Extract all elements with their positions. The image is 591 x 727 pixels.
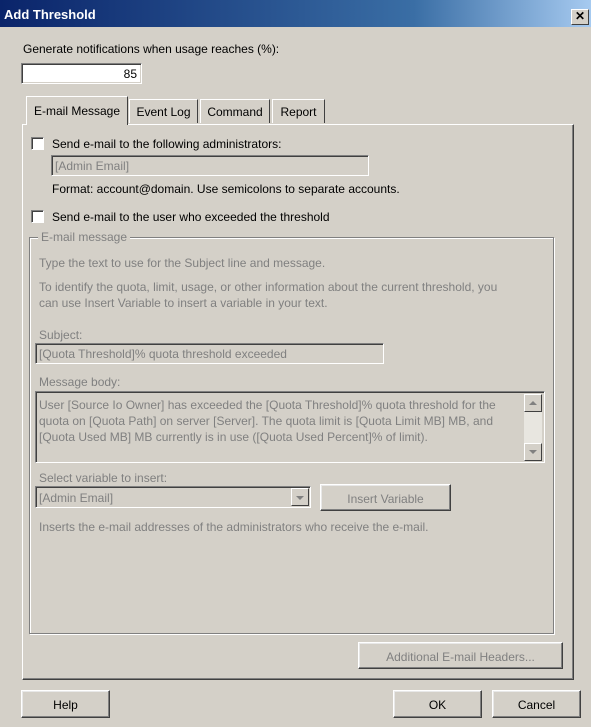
cancel-button[interactable]: Cancel bbox=[492, 690, 581, 718]
threshold-input[interactable]: 85 bbox=[21, 63, 142, 84]
format-hint: Format: account@domain. Use semicolons t… bbox=[52, 182, 400, 196]
send-admins-checkbox[interactable] bbox=[31, 137, 44, 150]
ok-label: OK bbox=[428, 698, 447, 712]
insert-variable-label: Insert Variable bbox=[347, 492, 424, 506]
instructions-line-2: To identify the quota, limit, usage, or … bbox=[39, 280, 498, 294]
message-body-scrollbar[interactable] bbox=[524, 394, 542, 461]
tab-report[interactable]: Report bbox=[272, 99, 325, 123]
insert-variable-button[interactable]: Insert Variable bbox=[320, 484, 451, 511]
close-icon: ✕ bbox=[574, 9, 586, 23]
arrow-down-icon bbox=[529, 450, 537, 454]
tab-email-message[interactable]: E-mail Message bbox=[26, 96, 128, 125]
subject-field[interactable]: [Quota Threshold]% quota threshold excee… bbox=[35, 343, 384, 364]
send-admins-label: Send e-mail to the following administrat… bbox=[52, 137, 282, 151]
instructions-line-1: Type the text to use for the Subject lin… bbox=[39, 256, 326, 270]
dropdown-button[interactable] bbox=[291, 488, 309, 506]
tab-command[interactable]: Command bbox=[200, 99, 270, 123]
additional-headers-button[interactable]: Additional E-mail Headers... bbox=[358, 642, 563, 669]
tab-label: Command bbox=[207, 105, 263, 119]
title-bar[interactable]: Add Threshold ✕ bbox=[0, 0, 591, 27]
chevron-down-icon bbox=[296, 496, 304, 500]
threshold-value: 85 bbox=[123, 67, 137, 81]
tab-label: Event Log bbox=[136, 105, 191, 119]
send-user-label: Send e-mail to the user who exceeded the… bbox=[52, 210, 330, 224]
subject-label: Subject: bbox=[39, 328, 83, 342]
threshold-label: Generate notifications when usage reache… bbox=[23, 42, 280, 56]
variable-select[interactable]: [Admin Email] bbox=[35, 486, 311, 508]
message-body-label: Message body: bbox=[39, 375, 121, 389]
scroll-up-button[interactable] bbox=[524, 394, 542, 412]
send-user-checkbox[interactable] bbox=[31, 210, 44, 223]
tab-label: Report bbox=[280, 105, 317, 119]
admin-email-value: [Admin Email] bbox=[55, 159, 130, 173]
tab-label: E-mail Message bbox=[33, 104, 121, 118]
admin-email-field[interactable]: [Admin Email] bbox=[51, 155, 369, 176]
variable-label: Select variable to insert: bbox=[39, 471, 168, 485]
variable-value: [Admin Email] bbox=[39, 491, 114, 505]
message-body-text: User [Source Io Owner] has exceeded the … bbox=[39, 398, 496, 444]
email-message-group-label: E-mail message bbox=[38, 230, 131, 244]
instructions-line-3: can use Insert Variable to insert a vari… bbox=[39, 296, 328, 310]
add-threshold-dialog: Add Threshold ✕ Generate notifications w… bbox=[0, 0, 591, 727]
ok-button[interactable]: OK bbox=[393, 690, 482, 718]
cancel-label: Cancel bbox=[517, 698, 556, 712]
subject-value: [Quota Threshold]% quota threshold excee… bbox=[39, 347, 287, 361]
dialog-title: Add Threshold bbox=[4, 7, 96, 22]
tab-event-log[interactable]: Event Log bbox=[129, 99, 198, 123]
help-button[interactable]: Help bbox=[21, 690, 110, 718]
additional-headers-label: Additional E-mail Headers... bbox=[386, 650, 535, 664]
close-button[interactable]: ✕ bbox=[571, 9, 589, 25]
scroll-down-button[interactable] bbox=[524, 443, 542, 461]
help-label: Help bbox=[53, 698, 78, 712]
variable-description: Inserts the e-mail addresses of the admi… bbox=[39, 520, 429, 534]
arrow-up-icon bbox=[529, 401, 537, 405]
